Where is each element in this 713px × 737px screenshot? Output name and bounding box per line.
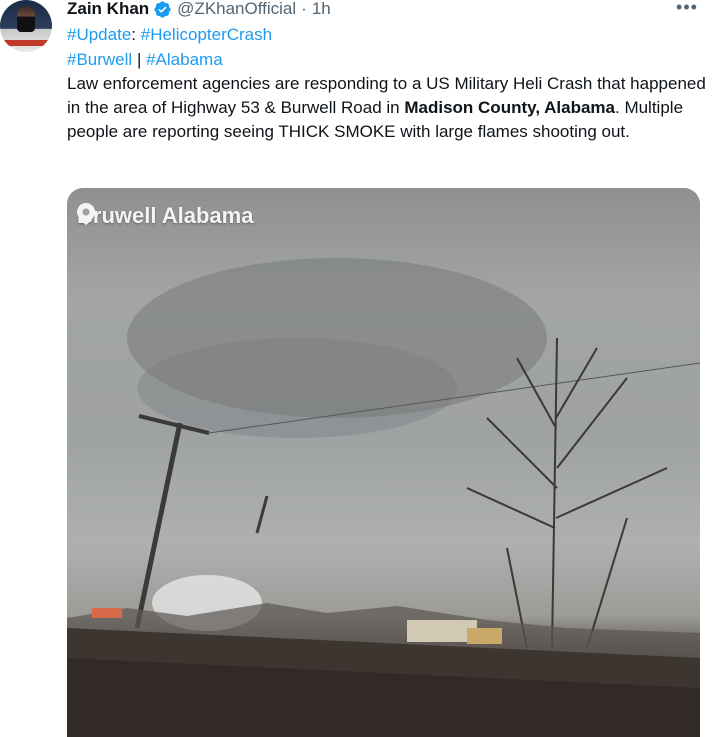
author-handle[interactable]: @ZKhanOfficial xyxy=(177,0,296,19)
verified-badge-icon xyxy=(154,0,171,18)
hashtag-colon: : xyxy=(131,25,137,44)
location-sticker: Bruwell Alabama xyxy=(77,203,253,229)
tweet-media-image[interactable]: Bruwell Alabama xyxy=(67,188,700,737)
tweet-timestamp[interactable]: 1h xyxy=(312,0,331,19)
hashtags-line-1: #Update: #HelicopterCrash xyxy=(67,23,707,47)
media-scene xyxy=(67,258,700,737)
author-name[interactable]: Zain Khan xyxy=(67,0,149,19)
map-pin-icon xyxy=(77,203,95,225)
location-label: Bruwell Alabama xyxy=(77,203,254,228)
hashtags-line-2: #Burwell | #Alabama xyxy=(67,48,707,72)
tweet-body-bold: Madison County, Alabama xyxy=(404,98,615,117)
hashtag-separator: | xyxy=(136,50,142,69)
header-separator: · xyxy=(301,0,307,18)
author-avatar[interactable] xyxy=(0,0,52,52)
hashtag-alabama[interactable]: #Alabama xyxy=(146,50,223,69)
tweet-body: Law enforcement agencies are responding … xyxy=(67,72,707,144)
hashtag-update[interactable]: #Update xyxy=(67,25,131,44)
more-horizontal-icon[interactable]: ••• xyxy=(676,0,698,18)
hashtag-burwell[interactable]: #Burwell xyxy=(67,50,132,69)
avatar-stripe xyxy=(0,40,52,46)
hashtag-helicoptercrash[interactable]: #HelicopterCrash xyxy=(141,25,272,44)
tweet-header: Zain Khan @ZKhanOfficial · 1h xyxy=(67,0,331,22)
avatar-person xyxy=(17,6,35,32)
